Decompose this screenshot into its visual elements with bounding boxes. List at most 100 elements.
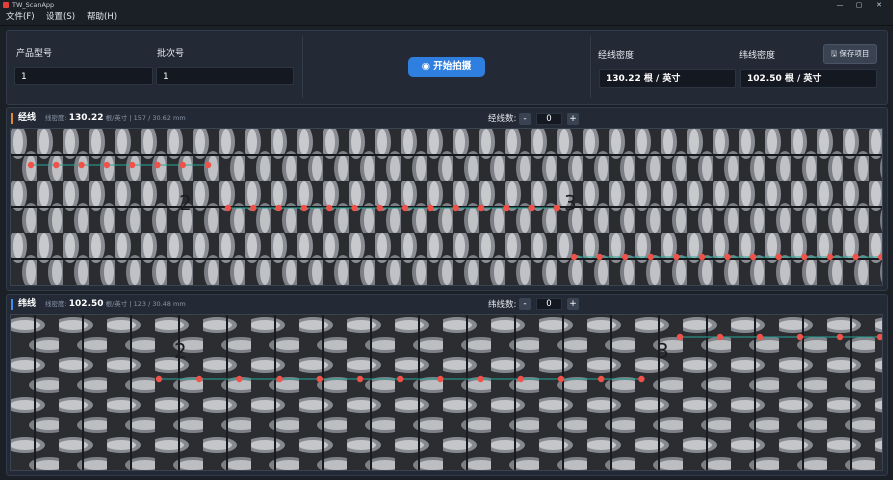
weft-annotation-3: 3 <box>656 339 669 363</box>
warp-section-title: 经线 <box>11 113 36 124</box>
weft-detection-point <box>557 375 565 383</box>
menu-bar: 文件(F) 设置(S) 帮助(H) <box>0 10 893 26</box>
warp-detection-point <box>300 204 308 212</box>
warp-detection-point <box>53 161 60 169</box>
weft-detection-point <box>836 333 844 341</box>
weft-detection-point <box>796 333 804 341</box>
warp-detection-point <box>27 161 35 169</box>
warp-detection-point <box>596 253 603 261</box>
weft-detection-point <box>397 375 404 383</box>
weft-count-decrement[interactable]: - <box>519 298 531 310</box>
start-capture-label: 开始拍摄 <box>433 61 472 72</box>
warp-count-label: 经线数: <box>488 114 517 124</box>
warp-detection-point <box>503 204 510 212</box>
warp-detection-point <box>401 204 409 212</box>
batch-number-label: 批次号 <box>157 49 185 59</box>
warp-detection-point <box>553 204 561 212</box>
warp-detection-point <box>826 253 834 261</box>
weft-detection-point <box>276 375 283 383</box>
weft-detection-point <box>638 375 645 383</box>
warp-fabric-image[interactable]: 2 3 <box>10 128 883 286</box>
weft-detection-point <box>356 375 364 383</box>
warp-detection-point <box>801 253 808 261</box>
weft-annotation-2: 2 <box>174 339 187 363</box>
menu-settings[interactable]: 设置(S) <box>46 10 75 25</box>
warp-detection-point <box>326 204 333 212</box>
warp-detection-point <box>250 204 257 212</box>
warp-detection-point <box>154 161 161 169</box>
warp-meta-value: 130.22 <box>68 113 104 123</box>
weft-meta: 线密度: 102.50 根/英寸 | 123 / 30.48 mm <box>45 299 186 310</box>
warp-detection-point <box>452 204 459 212</box>
weft-detection-point <box>196 375 203 383</box>
warp-detection-point <box>129 161 136 169</box>
weft-density-label: 纬线密度 <box>739 51 776 61</box>
weft-fabric-image[interactable]: 2 3 <box>10 314 883 471</box>
warp-detection-point <box>351 204 358 212</box>
warp-annotation-2: 2 <box>179 191 192 215</box>
weft-detection-point <box>517 375 524 383</box>
weft-detection-point <box>236 375 243 383</box>
warp-detection-point <box>376 204 383 212</box>
warp-detection-point <box>204 161 212 169</box>
warp-count-decrement[interactable]: - <box>519 113 531 125</box>
warp-detection-point <box>673 253 680 261</box>
warp-meta-suffix: 根/英寸 | 157 / 30.62 mm <box>105 114 186 122</box>
warp-detection-point <box>427 204 434 212</box>
warp-detection-point <box>477 204 485 212</box>
warp-meta: 线密度: 130.22 根/英寸 | 157 / 30.62 mm <box>45 113 186 124</box>
weft-detection-point <box>716 333 724 341</box>
product-model-label: 产品型号 <box>16 49 53 59</box>
weft-meta-prefix: 线密度: <box>45 300 67 308</box>
camera-icon: ◉ <box>421 61 434 72</box>
warp-detection-point <box>78 161 85 169</box>
warp-detection-point <box>852 253 859 261</box>
weft-count-label: 纬线数: <box>488 300 517 310</box>
maximize-button[interactable]: ▢ <box>851 0 867 10</box>
menu-help[interactable]: 帮助(H) <box>87 10 117 25</box>
divider <box>590 36 591 98</box>
weft-meta-value: 102.50 <box>68 299 104 309</box>
app-icon <box>3 2 9 8</box>
warp-detection-point <box>724 253 731 261</box>
warp-count-input[interactable]: 0 <box>536 113 562 125</box>
warp-detection-point <box>275 204 282 212</box>
weft-detection-point <box>316 375 323 383</box>
start-capture-button[interactable]: ◉ 开始拍摄 <box>408 57 485 77</box>
warp-density-value: 130.22 根 / 英寸 <box>599 69 736 88</box>
minimize-button[interactable]: — <box>832 0 848 10</box>
warp-annotation-3: 3 <box>564 191 577 215</box>
warp-detection-point <box>528 204 535 212</box>
weft-detection-point <box>756 333 764 341</box>
warp-detection-point <box>103 161 111 169</box>
batch-number-input[interactable]: 1 <box>156 67 294 85</box>
warp-detection-point <box>647 253 654 261</box>
warp-detection-point <box>775 253 782 261</box>
warp-meta-prefix: 线密度: <box>45 114 67 122</box>
weft-count-increment[interactable]: + <box>567 298 579 310</box>
save-project-label: 保存项目 <box>839 49 870 58</box>
warp-detection-point <box>698 253 706 261</box>
weft-detection-point <box>676 333 684 341</box>
menu-file[interactable]: 文件(F) <box>6 10 35 25</box>
weft-fabric-canvas: 2 3 <box>11 315 882 470</box>
warp-detection-point <box>179 161 186 169</box>
window-title: TW_ScanApp <box>12 1 55 9</box>
weft-meta-suffix: 根/英寸 | 123 / 30.48 mm <box>105 300 186 308</box>
divider <box>302 36 303 98</box>
warp-fabric-canvas: 2 3 <box>11 129 882 285</box>
warp-count-increment[interactable]: + <box>567 113 579 125</box>
weft-section-title: 纬线 <box>11 299 36 310</box>
warp-detection-point <box>224 204 232 212</box>
weft-detection-point <box>598 375 605 383</box>
title-bar: TW_ScanApp — ▢ ✕ <box>0 0 893 10</box>
save-project-button[interactable]: 🖫 保存项目 <box>823 44 877 64</box>
close-button[interactable]: ✕ <box>871 0 887 10</box>
weft-detection-point <box>437 375 444 383</box>
product-model-input[interactable]: 1 <box>14 67 153 85</box>
warp-detection-point <box>750 253 757 261</box>
weft-count-input[interactable]: 0 <box>536 298 562 310</box>
weft-detection-point <box>155 375 163 383</box>
weft-detection-point <box>477 375 484 383</box>
weft-density-value: 102.50 根 / 英寸 <box>740 69 877 88</box>
